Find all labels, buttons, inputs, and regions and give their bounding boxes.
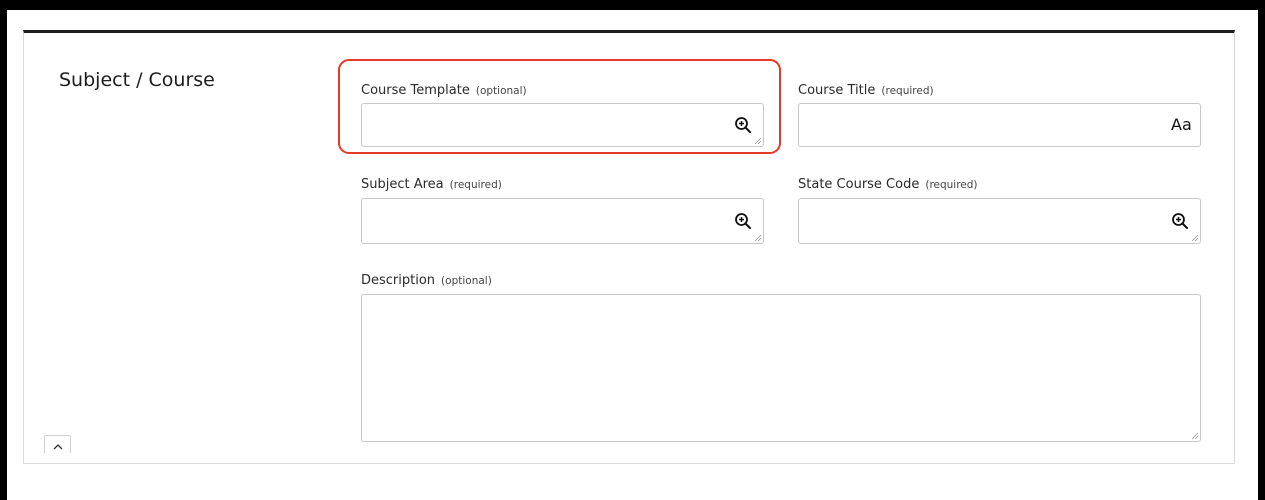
course-template-field[interactable] — [361, 103, 764, 147]
course-template-label-text: Course Template — [361, 83, 470, 98]
zoom-in-icon[interactable] — [1171, 212, 1189, 230]
state-course-code-hint: (required) — [925, 179, 978, 191]
page-background: Subject / Course Course Template (optiona… — [7, 10, 1258, 500]
subject-area-label-text: Subject Area — [361, 177, 444, 192]
collapse-section-button[interactable] — [44, 435, 71, 453]
resize-grip-icon[interactable] — [754, 137, 761, 144]
subject-area-field[interactable] — [361, 198, 764, 244]
resize-grip-icon[interactable] — [1191, 234, 1198, 241]
chevron-up-icon — [53, 444, 62, 450]
subject-area-hint: (required) — [449, 179, 502, 191]
subject-area-input[interactable] — [370, 199, 730, 243]
zoom-in-icon[interactable] — [734, 212, 752, 230]
course-title-input[interactable] — [807, 104, 1157, 146]
subject-area-label: Subject Area (required) — [361, 177, 502, 192]
zoom-in-icon[interactable] — [734, 116, 752, 134]
subject-course-panel: Subject / Course Course Template (optiona… — [23, 30, 1235, 464]
course-template-hint: (optional) — [475, 85, 527, 97]
course-title-hint: (required) — [881, 85, 934, 97]
state-course-code-field[interactable] — [798, 198, 1201, 244]
course-title-label-text: Course Title — [798, 83, 876, 98]
course-title-field[interactable]: Aa — [798, 103, 1201, 147]
section-title: Subject / Course — [59, 69, 215, 91]
description-textarea[interactable] — [370, 301, 1192, 435]
state-course-code-label: State Course Code (required) — [798, 177, 978, 192]
course-template-input[interactable] — [370, 104, 730, 146]
resize-grip-icon[interactable] — [1191, 432, 1198, 439]
description-hint: (optional) — [441, 275, 492, 287]
course-title-label: Course Title (required) — [798, 83, 934, 98]
description-field[interactable] — [361, 294, 1201, 442]
description-label: Description (optional) — [361, 273, 492, 288]
text-format-icon[interactable]: Aa — [1171, 115, 1192, 134]
course-template-label: Course Template (optional) — [361, 83, 527, 98]
state-course-code-label-text: State Course Code — [798, 177, 920, 192]
state-course-code-input[interactable] — [807, 199, 1167, 243]
description-label-text: Description — [361, 273, 436, 288]
resize-grip-icon[interactable] — [754, 234, 761, 241]
